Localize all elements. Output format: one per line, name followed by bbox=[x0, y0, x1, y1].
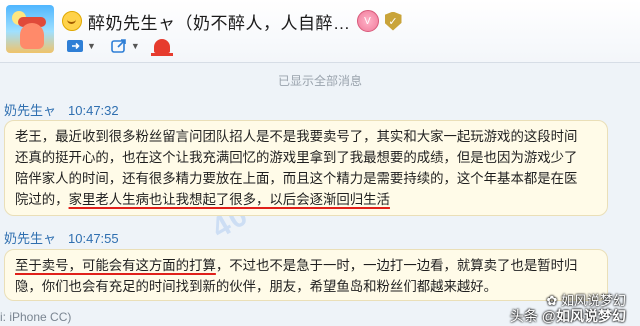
transfer-button[interactable]: ▼ bbox=[66, 36, 96, 56]
share-button[interactable]: ▼ bbox=[110, 36, 140, 56]
message-text: 院过的， bbox=[15, 192, 69, 207]
message-time: 10:47:55 bbox=[68, 231, 119, 246]
message-line: 院过的，家里老人生病也让我想起了很多，以后会逐渐回归生活 bbox=[15, 189, 607, 210]
message-bubble[interactable]: 老王，最近收到很多粉丝留言问团队招人是不是我要卖号了，其实和大家一起玩游戏的这段… bbox=[4, 120, 608, 216]
message-line: 陪伴家人的时间，还有很多精力要放在上面，而且这个精力是需要持续的，这个年基本都是… bbox=[15, 171, 578, 186]
siren-icon bbox=[150, 39, 173, 56]
message-line: 隐，你们也会有充足的时间找到新的伙伴，朋友，希望鱼岛和粉丝们都越来越好。 bbox=[15, 279, 498, 294]
contact-title[interactable]: 醉奶先生ャ（奶不醉人，人自醉… bbox=[88, 9, 351, 34]
avatar-character bbox=[20, 23, 44, 49]
highlighted-text: 家里老人生病也让我想起了很多，以后会逐渐回归生活 bbox=[68, 192, 390, 207]
message-line: 至于卖号，可能会有这方面的打算，不过也不是急于一时，一边打一边看，就算卖了也是暂… bbox=[15, 255, 607, 276]
chat-header: 醉奶先生ャ（奶不醉人，人自醉… V ✓ ▼ ▼ bbox=[0, 0, 640, 63]
message-line: 还真的挺开心的，也在这个让我充满回忆的游戏里拿到了我最想要的成绩，但是也因为游戏… bbox=[15, 150, 578, 165]
chevron-down-icon: ▼ bbox=[130, 41, 140, 51]
sender-name[interactable]: 奶先生ャ bbox=[4, 103, 56, 118]
highlighted-text: 至于卖号，可能会有这方面的打算 bbox=[15, 258, 216, 273]
message-text: ，不过也不是急于一时，一边打一边看，就算卖了也是暂时归 bbox=[215, 258, 578, 273]
message-time: 10:47:32 bbox=[68, 103, 119, 118]
vip-badge-icon[interactable]: V bbox=[356, 10, 379, 32]
device-info-partial: i: iPhone CC) bbox=[0, 310, 72, 324]
alert-button[interactable] bbox=[150, 36, 173, 56]
message-sender: 奶先生ャ 10:47:32 bbox=[4, 100, 119, 119]
system-message: 已显示全部消息 bbox=[277, 74, 362, 88]
watermark-bottom-line: 头条 @如风说梦幻 bbox=[510, 306, 626, 326]
chevron-down-icon: ▼ bbox=[87, 41, 96, 51]
message-sender: 奶先生ャ 10:47:55 bbox=[4, 228, 119, 247]
share-icon bbox=[111, 39, 126, 53]
folder-arrow-icon bbox=[67, 40, 83, 52]
contact-avatar[interactable] bbox=[6, 5, 54, 53]
watermark-prefix: 头条 @ bbox=[509, 308, 556, 324]
watermark-name: 如风说梦幻 bbox=[556, 308, 626, 324]
shield-badge-icon[interactable]: ✓ bbox=[384, 11, 402, 31]
header-toolbar: ▼ ▼ bbox=[66, 36, 173, 56]
title-row: 醉奶先生ャ（奶不醉人，人自醉… V ✓ bbox=[62, 8, 402, 34]
message-line: 老王，最近收到很多粉丝留言问团队招人是不是我要卖号了，其实和大家一起玩游戏的这段… bbox=[15, 129, 578, 144]
smiley-icon bbox=[62, 11, 82, 31]
message-bubble[interactable]: 至于卖号，可能会有这方面的打算，不过也不是急于一时，一边打一边看，就算卖了也是暂… bbox=[4, 249, 608, 301]
sender-name[interactable]: 奶先生ャ bbox=[4, 231, 56, 246]
